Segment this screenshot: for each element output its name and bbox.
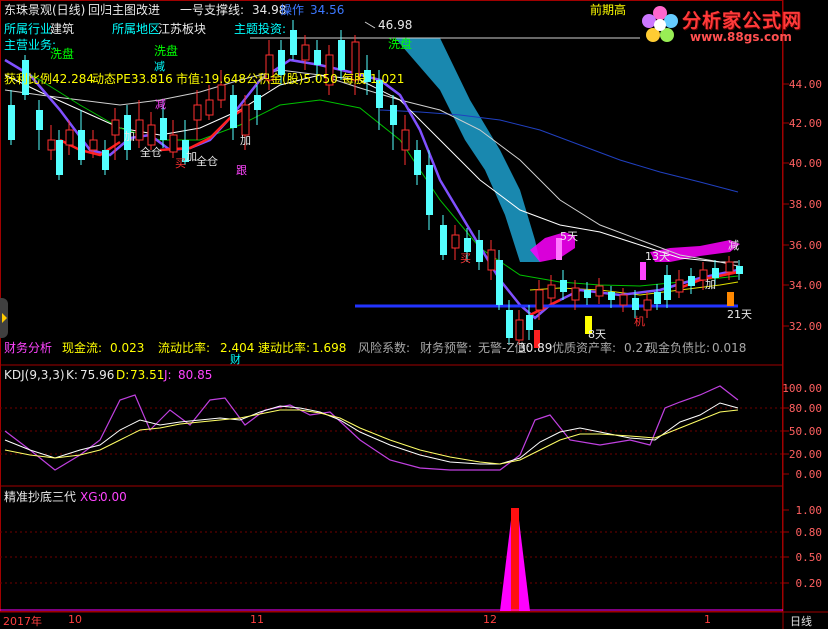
operate-label: 操作 xyxy=(280,3,305,17)
reserve-per-share: 公积金(股)5.050 xyxy=(246,72,338,86)
support-label: 一号支撑线: xyxy=(180,3,245,17)
signal-8days: 8天 xyxy=(588,328,606,341)
region-value: 江苏板块 xyxy=(158,22,207,36)
logo-url: www.88gs.com xyxy=(690,30,792,44)
industry-value: 建筑 xyxy=(50,22,75,36)
kdj-title[interactable]: KDJ(9,3,3) xyxy=(4,368,65,382)
axis-kdj-1: 100.00 xyxy=(782,382,822,395)
regression-line xyxy=(4,58,739,320)
chart-canvas xyxy=(0,0,828,629)
axis-xg-1: 1.00 xyxy=(795,504,823,517)
xaxis-nov: 11 xyxy=(250,613,264,626)
liquid-ratio-label: 流动比率: xyxy=(158,341,211,355)
axis-xg-3: 0.50 xyxy=(795,551,823,564)
logo-flower-icon xyxy=(642,6,678,42)
candlestick-series xyxy=(8,20,743,345)
finance-mark: 财 xyxy=(230,353,241,366)
stock-title[interactable]: 东珠景观(日线) xyxy=(4,3,85,17)
xaxis-year: 2017年 xyxy=(3,615,42,628)
logo-text: 分析家公式网 xyxy=(682,10,803,32)
period-selector[interactable]: 日线 xyxy=(790,613,812,629)
signal-buy-1: 买 xyxy=(175,157,186,170)
ma-white-2 xyxy=(4,74,738,263)
axis-kdj-5: 0.00 xyxy=(795,468,823,481)
axis-kdj-2: 80.00 xyxy=(788,402,822,415)
kdj-d-value: 73.51 xyxy=(130,368,165,382)
operate-value: 34.56 xyxy=(310,3,345,17)
eps-label: 每股 xyxy=(342,72,367,86)
quick-ratio-value: 1.698 xyxy=(312,341,347,355)
signal-fullpos-2: 全仓 xyxy=(196,155,218,168)
prev-high-label: 前期高 xyxy=(590,3,627,17)
signal-follow: 跟 xyxy=(236,164,247,177)
industry-label: 所属行业 xyxy=(4,22,53,36)
axis-main-4: 38.00 xyxy=(788,198,822,211)
z-value: 30.89 xyxy=(518,341,553,355)
debt-label: 现金负债比: xyxy=(646,341,711,355)
signal-fullpos-1: 全仓 xyxy=(140,146,162,159)
signal-13days: 13天 xyxy=(645,250,670,263)
quality-label: 优质资产率: xyxy=(552,341,617,355)
debt-value: 0.018 xyxy=(712,341,747,355)
signal-5days: 5天 xyxy=(560,230,578,243)
xg-value: 0.00 xyxy=(100,490,127,504)
kdj-k-line xyxy=(4,402,739,465)
warn-label: 财务预警: xyxy=(420,341,473,355)
signal-buy-2: 买 xyxy=(460,252,471,265)
template-name[interactable]: 回归主图改进 xyxy=(88,3,160,17)
profit-ratio: 获利比例42.284 xyxy=(4,72,94,86)
peak-value: 46.98 xyxy=(378,18,413,32)
wash-marker-1: 洗盘 xyxy=(50,47,75,61)
axis-main-6: 34.00 xyxy=(788,279,822,292)
axis-xg-2: 0.80 xyxy=(795,526,823,539)
eps-value: 1.021 xyxy=(370,72,405,86)
axis-main-7: 32.00 xyxy=(788,320,822,333)
xaxis-oct: 10 xyxy=(68,613,82,626)
signal-chance: 机 xyxy=(634,315,645,328)
ma-long-blue xyxy=(379,109,739,193)
signal-reduce-1: 减 xyxy=(154,60,165,73)
wash-marker-3: 洗盘 xyxy=(388,37,413,51)
signal-add-3: 加 xyxy=(240,134,251,147)
axis-main-1: 44.00 xyxy=(788,78,822,91)
axis-main-2: 42.00 xyxy=(788,117,822,130)
xg-label: XG: xyxy=(80,490,102,504)
kdj-d-label: D: xyxy=(116,368,130,382)
dynamic-pe: 动态PE33.816 xyxy=(92,72,173,86)
xaxis-dec: 12 xyxy=(483,613,497,626)
axis-kdj-4: 20.00 xyxy=(788,448,822,461)
kdj-j-line xyxy=(4,385,739,471)
risk-label: 风险系数: xyxy=(358,341,411,355)
signal-add-1: 加 xyxy=(124,130,135,143)
xaxis-jan: 1 xyxy=(704,613,711,626)
axis-main-5: 36.00 xyxy=(788,239,822,252)
xg-title[interactable]: 精准抄底三代 xyxy=(4,490,76,504)
left-panel-toggle[interactable] xyxy=(0,298,8,338)
cashflow-label: 现金流: xyxy=(62,341,103,355)
finance-analysis-label: 财务分析 xyxy=(4,341,53,355)
axis-xg-4: 0.20 xyxy=(795,577,823,590)
kdj-k-label: K: xyxy=(66,368,78,382)
market-value: 市值:19.648 xyxy=(176,72,247,86)
kdj-j-label: J: xyxy=(164,368,172,382)
ma-white-1 xyxy=(4,69,739,267)
kdj-j-value: 80.85 xyxy=(178,368,213,382)
kdj-k-value: 75.96 xyxy=(80,368,115,382)
business-label: 主营业务: xyxy=(4,38,57,52)
region-label: 所属地区 xyxy=(112,22,161,36)
cashflow-value: 0.023 xyxy=(110,341,145,355)
signal-reduce-2: 减 xyxy=(155,98,166,111)
signal-reduce-3: 减 xyxy=(728,239,739,252)
ma-green xyxy=(4,59,739,287)
quick-ratio-label: 速动比率: xyxy=(258,341,311,355)
theme-label: 主题投资: xyxy=(234,22,287,36)
axis-kdj-3: 50.00 xyxy=(788,425,822,438)
signal-add-4: 加 xyxy=(705,278,716,291)
wash-marker-2: 洗盘 xyxy=(154,44,179,58)
signal-21days: 21天 xyxy=(727,308,752,321)
axis-main-3: 40.00 xyxy=(788,157,822,170)
